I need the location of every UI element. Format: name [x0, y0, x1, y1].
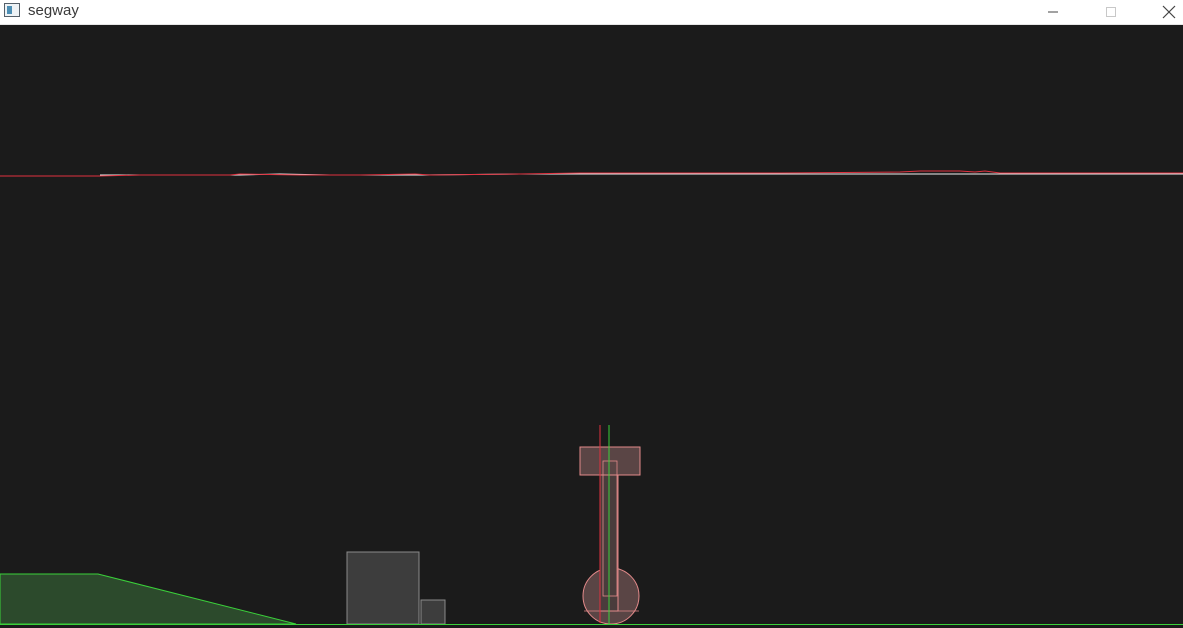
large-box-obstacle [346, 551, 420, 625]
close-button[interactable] [1146, 0, 1183, 24]
minimize-icon [1048, 11, 1058, 13]
app-window-icon [4, 3, 20, 17]
app-window: segway [0, 0, 1183, 628]
title-bar[interactable]: segway [0, 0, 1183, 25]
close-icon [1162, 5, 1176, 19]
maximize-icon [1106, 7, 1116, 17]
canvas-background [0, 25, 1183, 628]
minimize-button[interactable] [1030, 0, 1076, 24]
window-title: segway [28, 2, 79, 19]
simulation-canvas[interactable] [0, 25, 1183, 628]
maximize-button[interactable] [1088, 0, 1134, 24]
small-box-obstacle [420, 599, 446, 625]
